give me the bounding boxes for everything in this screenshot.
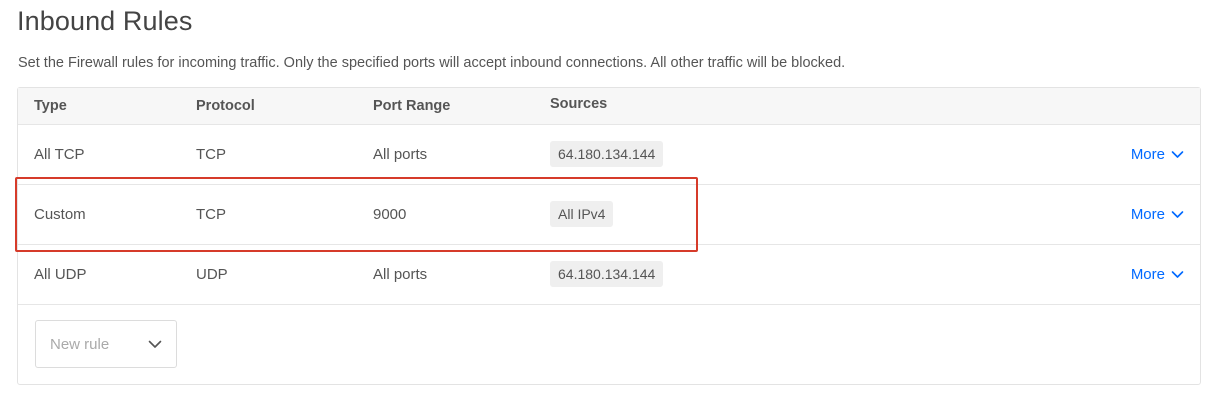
rule-type: All TCP [34, 146, 85, 163]
page-title: Inbound Rules [17, 6, 193, 36]
rule-protocol: TCP [196, 206, 226, 223]
rule-port-range: 9000 [373, 206, 407, 223]
rule-type: All UDP [34, 266, 87, 283]
more-label: More [1130, 146, 1165, 163]
source-chip: 64.180.134.144 [550, 261, 664, 287]
inbound-rules-page: Inbound Rules Set the Firewall rules for… [0, 0, 1221, 408]
rule-type: Custom [34, 206, 86, 223]
source-chip: All IPv4 [550, 201, 614, 227]
new-rule-dropdown[interactable]: New rule [35, 320, 177, 368]
rule-protocol: TCP [196, 146, 226, 163]
rule-port-range: All ports [373, 146, 428, 163]
page-description: Set the Firewall rules for incoming traf… [18, 55, 846, 71]
more-label: More [1130, 206, 1165, 223]
column-header-type: Type [34, 98, 67, 114]
column-header-port-range: Port Range [373, 98, 451, 114]
chevron-down-icon [1171, 211, 1184, 218]
chevron-down-icon [1171, 271, 1184, 278]
table-header: Type Protocol Port Range Sources [18, 88, 1200, 125]
more-button[interactable]: More [1131, 146, 1184, 163]
new-rule-label: New rule [50, 335, 110, 353]
more-button[interactable]: More [1131, 206, 1184, 223]
table-row: Custom TCP 9000 All IPv4 More [18, 185, 1200, 245]
source-chip: 64.180.134.144 [550, 141, 664, 167]
more-label: More [1130, 266, 1165, 283]
inbound-rules-table: Type Protocol Port Range Sources All TCP… [17, 87, 1201, 385]
rule-port-range: All ports [373, 266, 428, 283]
chevron-down-icon [148, 340, 162, 348]
rule-protocol: UDP [196, 266, 228, 283]
column-header-protocol: Protocol [196, 98, 255, 114]
table-row: All UDP UDP All ports 64.180.134.144 Mor… [18, 245, 1200, 305]
more-button[interactable]: More [1131, 266, 1184, 283]
column-header-sources: Sources [550, 96, 608, 112]
table-row: All TCP TCP All ports 64.180.134.144 Mor… [18, 125, 1200, 185]
chevron-down-icon [1171, 151, 1184, 158]
